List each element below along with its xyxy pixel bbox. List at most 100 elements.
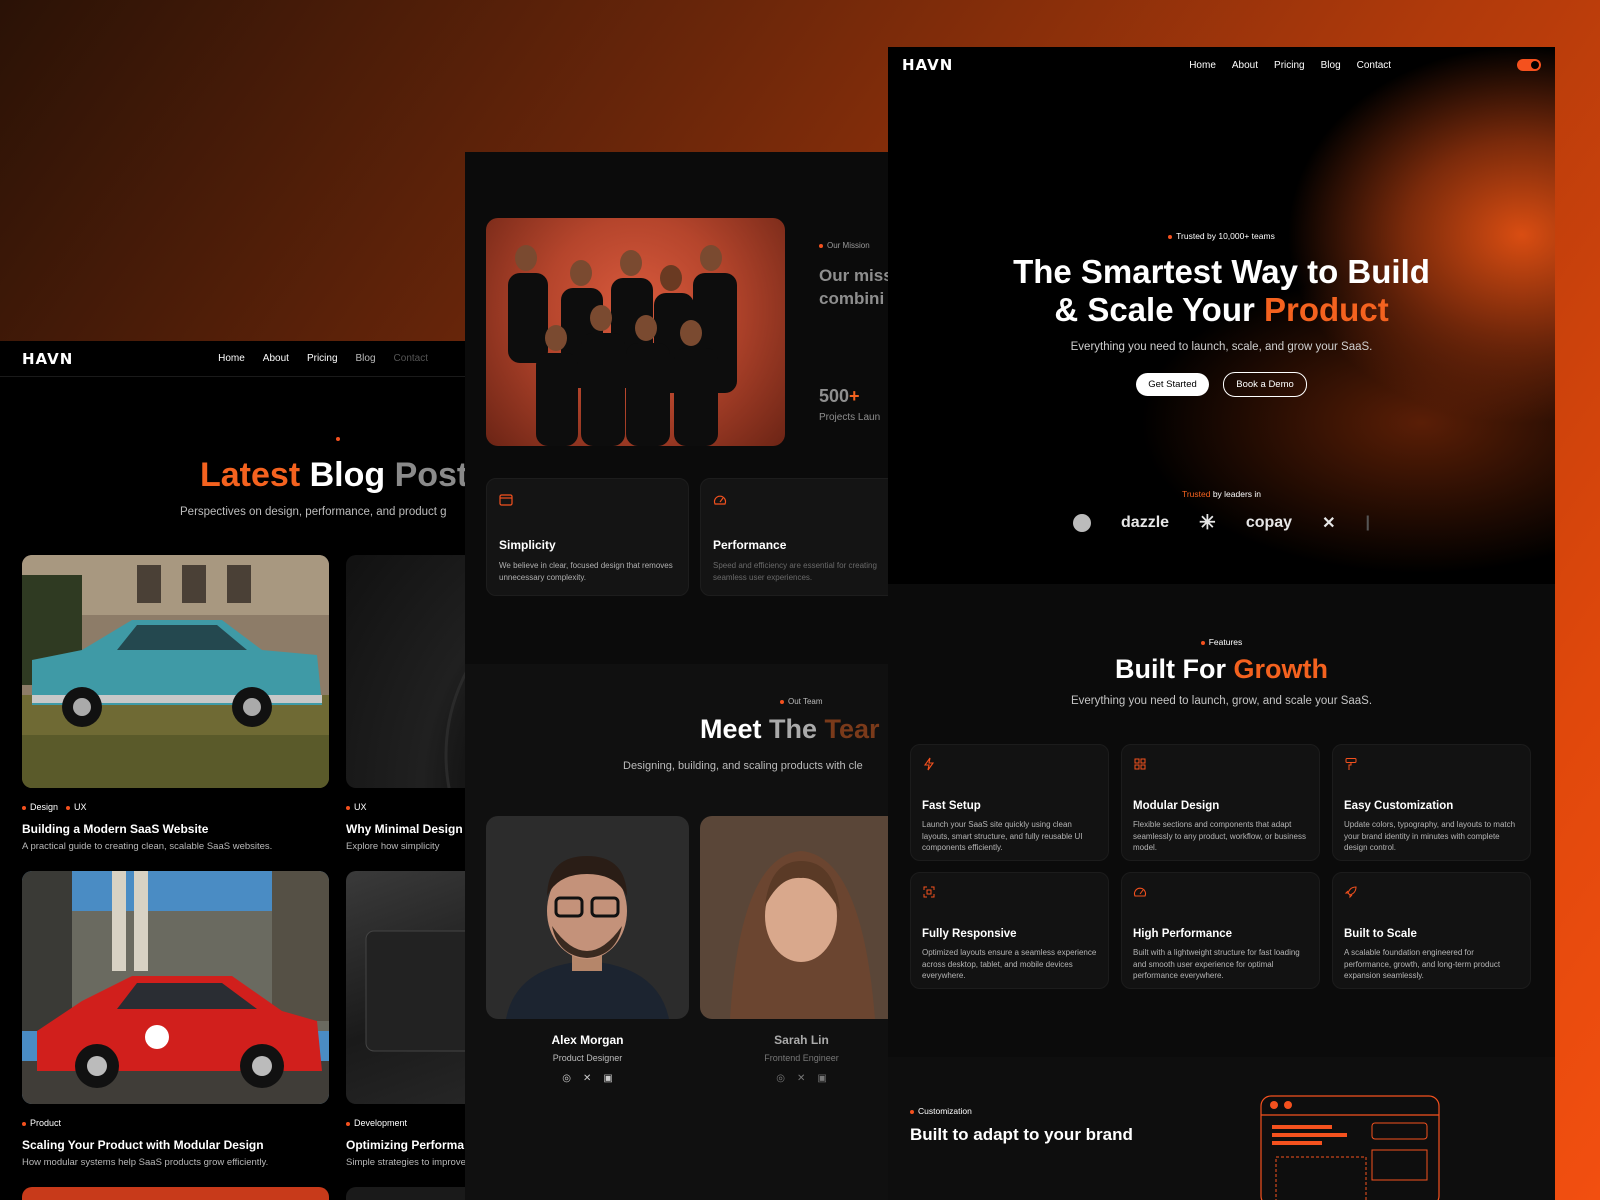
blog-page-panel: HAVN Home About Pricing Blog Contact Lat… [0, 341, 480, 1200]
post-tag[interactable]: Development [346, 1118, 407, 1128]
partner-logo-partial: | [1365, 513, 1370, 531]
team-subtitle: Designing, building, and scaling product… [623, 760, 863, 772]
team-group-photo [486, 218, 785, 446]
post-tag[interactable]: Product [22, 1118, 61, 1128]
rocket-icon [1344, 886, 1357, 899]
blog-logo[interactable]: HAVN [22, 350, 73, 368]
lightning-icon [923, 757, 935, 771]
post-image-teal-car [22, 555, 329, 788]
blog-heading-rest: Blog [300, 456, 386, 494]
browser-window-icon [499, 494, 513, 506]
x-icon[interactable]: ✕ [797, 1073, 805, 1084]
team-label: Out Team [780, 697, 823, 706]
post-title[interactable]: Scaling Your Product with Modular Design [22, 1138, 329, 1152]
member-photo [700, 816, 890, 1019]
nav-about[interactable]: About [1232, 60, 1258, 71]
customization-label: Customization [910, 1106, 972, 1116]
customization-section: Customization Built to adapt to your bra… [888, 1057, 1555, 1200]
team-member-card: Sarah Lin Frontend Engineer ◎ ✕ ▣ [700, 816, 890, 1084]
theme-toggle[interactable] [1516, 59, 1541, 71]
blog-post-card[interactable]: Development Optimizing Performa Simple s… [346, 871, 480, 1168]
feature-card-modular-design: Modular Design Flexible sections and com… [1121, 744, 1320, 861]
feature-description: Built with a lightweight structure for f… [1133, 948, 1300, 980]
hero-section: HAVN Home About Pricing Blog Contact Tru… [888, 47, 1555, 584]
feature-description: Launch your SaaS site quickly using clea… [922, 820, 1083, 852]
member-socials: ◎ ✕ ▣ [486, 1073, 689, 1084]
feature-title: Fully Responsive [922, 928, 1017, 940]
member-photo [486, 816, 689, 1019]
landing-logo[interactable]: HAVN [902, 56, 953, 74]
speedometer-icon [1133, 887, 1147, 897]
partner-logo-copay: copay [1245, 513, 1293, 531]
post-tag[interactable]: Design [22, 802, 58, 812]
browser-illustration-icon [1260, 1095, 1440, 1200]
x-icon[interactable]: ✕ [583, 1073, 591, 1084]
nav-home[interactable]: Home [1189, 60, 1216, 71]
instagram-icon[interactable]: ◎ [776, 1073, 785, 1084]
blog-post-card[interactable]: UX Why Minimal Design Explore how simpli… [346, 555, 480, 852]
about-page-panel: Our Mission Our miss modern combini scal… [465, 152, 890, 1200]
post-tag[interactable]: UX [346, 802, 367, 812]
feature-title: High Performance [1133, 928, 1233, 940]
get-started-button[interactable]: Get Started [1136, 373, 1209, 396]
post-title[interactable]: Why Minimal Design [346, 822, 480, 836]
accent-dot [336, 437, 340, 441]
post-title[interactable]: Building a Modern SaaS Website [22, 822, 329, 836]
value-card-simplicity: Simplicity We believe in clear, focused … [486, 478, 689, 596]
blog-post-card[interactable]: Design UX Building a Modern SaaS Website… [22, 555, 329, 852]
team-section: Out Team Meet The Tear Designing, buildi… [465, 664, 890, 1200]
feature-title: Fast Setup [922, 800, 981, 812]
feature-title: Built to Scale [1344, 928, 1417, 940]
member-name: Alex Morgan [551, 1033, 624, 1047]
blog-nav-about[interactable]: About [263, 353, 289, 364]
member-role: Product Designer [552, 1053, 623, 1063]
blog-nav-links: Home About Pricing Blog Contact [218, 353, 428, 364]
post-title[interactable]: Optimizing Performa [346, 1138, 480, 1152]
grid-icon [1134, 758, 1146, 770]
partner-logo-knot-icon: ✕ [1322, 514, 1336, 532]
feature-card-easy-customization: Easy Customization Update colors, typogr… [1332, 744, 1531, 861]
member-name: Sarah Lin [774, 1033, 829, 1047]
features-subtitle: Everything you need to launch, grow, and… [1070, 695, 1373, 707]
speedometer-icon [713, 495, 727, 505]
member-socials: ◎ ✕ ▣ [700, 1073, 890, 1084]
feature-description: A scalable foundation engineered for per… [1344, 948, 1501, 980]
partner-logo-dazzle: dazzle [1121, 513, 1170, 531]
value-card-performance: Performance Speed and efficiency are ess… [700, 478, 890, 596]
post-tags: UX [346, 802, 480, 812]
value-description: We believe in clear, focused design that… [499, 561, 673, 582]
blog-heading-accent: Latest [200, 456, 301, 494]
feature-card-fast-setup: Fast Setup Launch your SaaS site quickly… [910, 744, 1109, 861]
blog-nav-pricing[interactable]: Pricing [307, 353, 338, 364]
blog-nav-contact[interactable]: Contact [394, 353, 428, 364]
blog-heading: Latest Blog Posts [200, 456, 480, 495]
mission-text: Our miss modern combini scalable [819, 266, 890, 308]
blog-nav-blog[interactable]: Blog [356, 353, 376, 364]
blog-subtitle: Perspectives on design, performance, and… [180, 506, 447, 518]
linkedin-icon[interactable]: ▣ [603, 1073, 612, 1084]
nav-pricing[interactable]: Pricing [1274, 60, 1305, 71]
book-demo-button[interactable]: Book a Demo [1223, 372, 1307, 397]
nav-contact[interactable]: Contact [1357, 60, 1391, 71]
hero-ctas: Get Started Book a Demo [888, 372, 1555, 397]
hero-title: The Smartest Way to Build & Scale Your P… [1013, 253, 1430, 328]
team-member-card: Alex Morgan Product Designer ◎ ✕ ▣ [486, 816, 689, 1084]
nav-blog[interactable]: Blog [1321, 60, 1341, 71]
post-tag[interactable]: UX [66, 802, 87, 812]
projects-stat-label: Projects Laun [819, 412, 881, 423]
post-image-hardware [346, 871, 480, 1104]
feature-description: Update colors, typography, and layouts t… [1344, 820, 1516, 852]
post-image-partial [346, 1187, 480, 1200]
value-description: Speed and efficiency are essential for c… [713, 561, 877, 582]
hero-subtitle: Everything you need to launch, scale, an… [1070, 341, 1373, 353]
instagram-icon[interactable]: ◎ [562, 1073, 571, 1084]
blog-nav-home[interactable]: Home [218, 353, 245, 364]
linkedin-icon[interactable]: ▣ [817, 1073, 826, 1084]
post-image-vinyl [346, 555, 480, 788]
landing-page-panel: HAVN Home About Pricing Blog Contact Tru… [888, 47, 1555, 1200]
post-image-partial [22, 1187, 329, 1200]
blog-post-card[interactable]: Product Scaling Your Product with Modula… [22, 871, 329, 1168]
feature-card-built-to-scale: Built to Scale A scalable foundation eng… [1332, 872, 1531, 989]
landing-navbar: HAVN Home About Pricing Blog Contact [888, 47, 1555, 83]
value-title: Performance [713, 538, 787, 552]
